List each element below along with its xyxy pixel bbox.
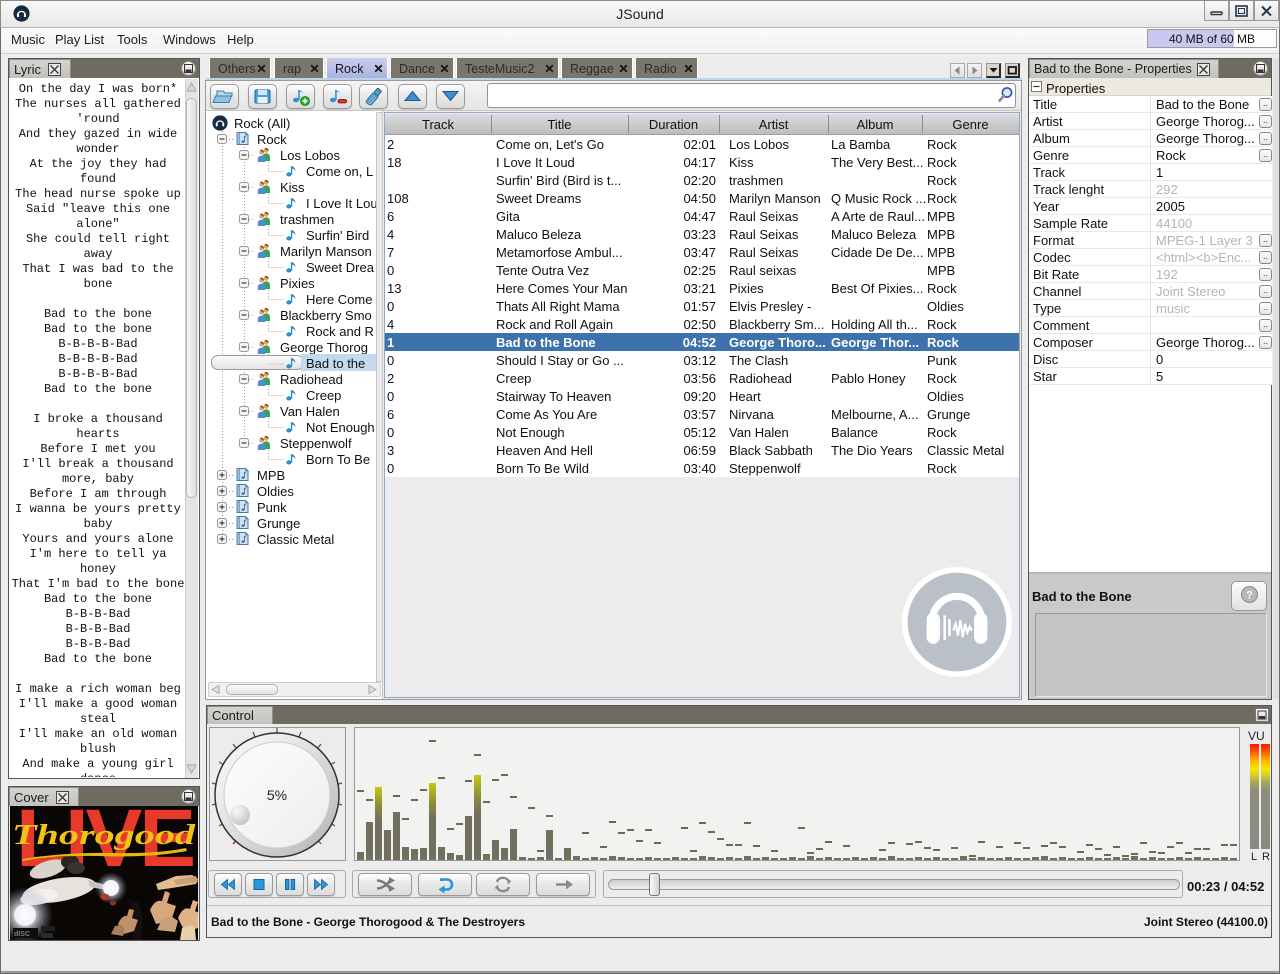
svg-text:?: ? bbox=[1246, 590, 1253, 602]
svg-text:Thorogood: Thorogood bbox=[12, 819, 196, 851]
svg-text:dISC: dISC bbox=[14, 931, 30, 938]
svg-text:5%: 5% bbox=[267, 787, 287, 803]
